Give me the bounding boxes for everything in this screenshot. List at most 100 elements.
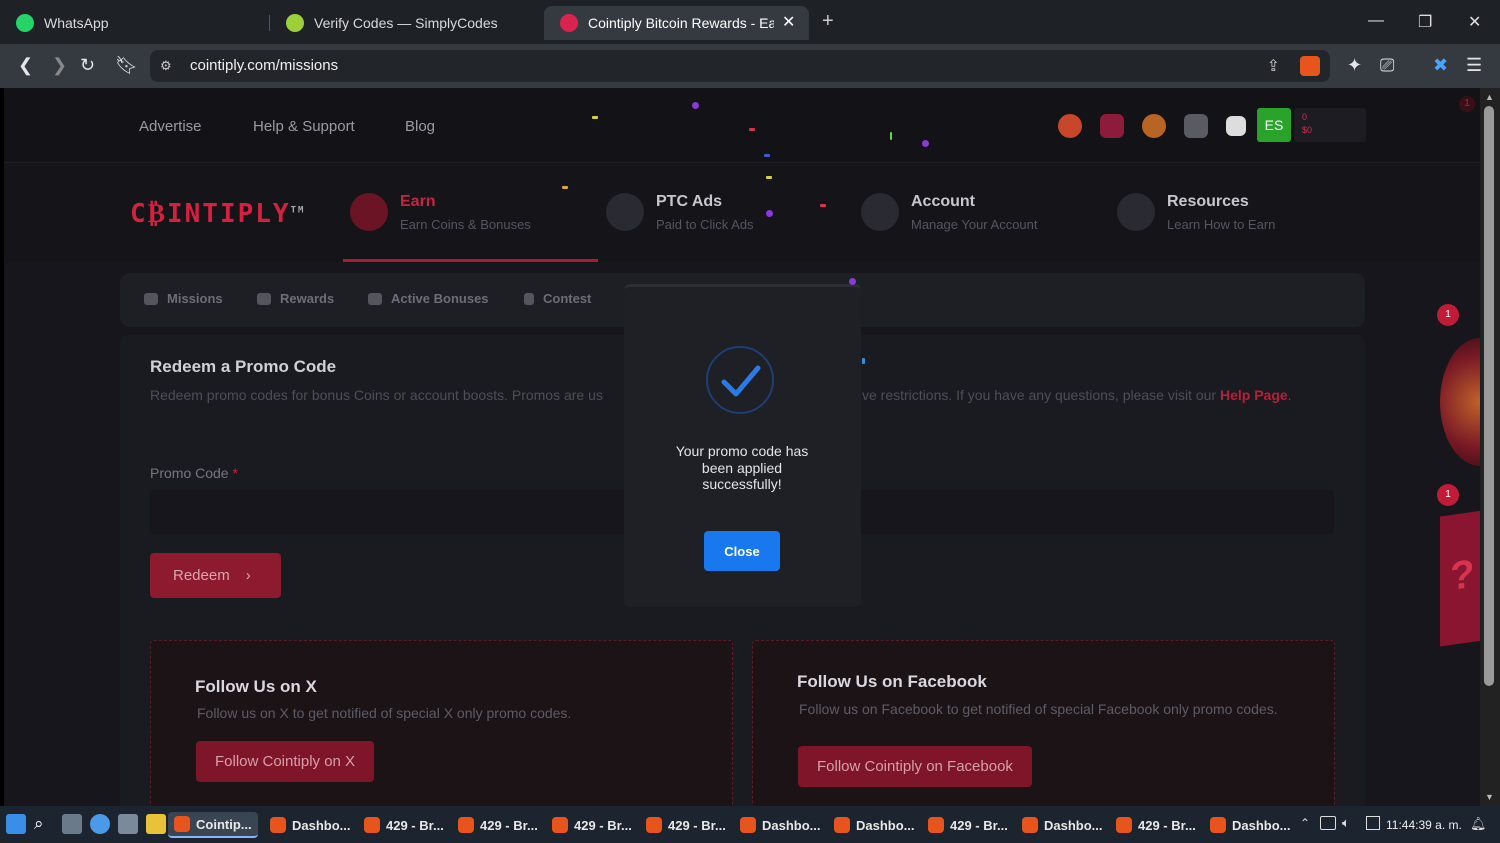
nav-subtitle: Earn Coins & Bonuses [400, 217, 531, 232]
treasure-chest-icon[interactable] [1100, 114, 1124, 138]
confetti [764, 154, 770, 157]
share-icon[interactable]: ⇪ [1267, 56, 1280, 76]
scroll-down-icon[interactable]: ▼ [1485, 792, 1494, 802]
ads-icon [606, 193, 644, 231]
medal-icon[interactable] [1142, 114, 1166, 138]
nav-title: Earn [400, 193, 436, 210]
taskbar-item[interactable]: 429 - Br... [458, 812, 538, 838]
nav-title: Account [911, 193, 975, 210]
nav-help-support[interactable]: Help & Support [253, 118, 355, 135]
header-icons [1058, 114, 1246, 138]
page-scrollbar[interactable]: ▲ ▼ [1480, 88, 1500, 806]
brave-shields-icon[interactable] [1300, 56, 1320, 76]
taskbar-item[interactable]: 429 - Br... [646, 812, 726, 838]
help-page-link[interactable]: Help Page [1220, 387, 1288, 403]
nav-advertise[interactable]: Advertise [139, 118, 202, 135]
brave-icon [552, 817, 568, 833]
follow-x-card: Follow Us on X Follow us on X to get not… [150, 640, 733, 806]
notification-badge: 1 [1459, 96, 1475, 112]
browser-icon[interactable] [90, 814, 110, 834]
taskbar-item[interactable]: 429 - Br... [928, 812, 1008, 838]
tab-simplycodes[interactable]: Verify Codes — SimplyCodes [270, 6, 542, 40]
new-tab-icon[interactable]: + [822, 10, 834, 33]
windows-start-icon[interactable] [6, 814, 26, 834]
balance-box[interactable]: 0 $0 [1294, 108, 1366, 142]
tab-rewards[interactable]: Rewards [257, 291, 334, 306]
minimize-icon[interactable]: — [1368, 12, 1384, 30]
taskbar-item[interactable]: 429 - Br... [1116, 812, 1196, 838]
tab-missions[interactable]: Missions [144, 291, 223, 306]
volume-icon[interactable]: 🔈︎ [1342, 815, 1350, 831]
folder-icon[interactable] [146, 814, 166, 834]
donut-icon[interactable] [1058, 114, 1082, 138]
success-modal: Your promo code has been applied success… [624, 284, 861, 607]
camera-icon[interactable] [62, 814, 82, 834]
menu-icon[interactable]: ☰ [1466, 54, 1482, 76]
nav-resources[interactable]: Resources Learn How to Earn [1117, 193, 1275, 232]
confetti [692, 102, 699, 109]
search-icon[interactable]: ⌕ [34, 814, 54, 834]
wheel-badge: 1 [1437, 304, 1459, 326]
cast-icon[interactable]: ⎚ [1380, 54, 1394, 76]
restore-icon[interactable]: ❐ [1418, 12, 1432, 32]
scroll-up-icon[interactable]: ▲ [1485, 92, 1494, 102]
chevron-right-icon: › [245, 567, 251, 584]
back-icon[interactable]: ❮ [18, 54, 33, 76]
brave-icon [1210, 817, 1226, 833]
chat-icon[interactable] [1184, 114, 1208, 138]
follow-facebook-button[interactable]: Follow Cointiply on Facebook [798, 746, 1032, 787]
nav-earn[interactable]: Earn Earn Coins & Bonuses [350, 193, 531, 232]
taskbar-item[interactable]: Cointip... [168, 812, 258, 838]
taskbar-item[interactable]: Dashbo... [1210, 812, 1291, 838]
scroll-thumb[interactable] [1484, 106, 1494, 686]
close-tab-icon[interactable]: ✕ [782, 12, 795, 32]
nav-ptc-ads[interactable]: PTC Ads Paid to Click Ads [606, 193, 754, 232]
taskbar-item[interactable]: Dashbo... [1022, 812, 1103, 838]
tab-active-bonuses[interactable]: Active Bonuses [368, 291, 489, 306]
address-bar[interactable]: ⚙ cointiply.com/missions ⇪ [150, 50, 1330, 82]
taskbar-item[interactable]: Dashbo... [740, 812, 821, 838]
close-button[interactable]: Close [704, 531, 780, 571]
tab-cointiply[interactable]: Cointiply Bitcoin Rewards - Earn F [544, 6, 809, 40]
taskbar-item[interactable]: Dashbo... [834, 812, 915, 838]
cointiply-logo[interactable]: C₿INTIPLYTM [130, 199, 305, 229]
confetti [849, 278, 856, 285]
calculator-icon[interactable] [118, 814, 138, 834]
site-settings-icon[interactable]: ⚙ [160, 58, 172, 74]
promo-description: Redeem promo codes for bonus Coins or ac… [150, 387, 603, 403]
notification-bell-icon[interactable]: 🔔︎ [1470, 816, 1487, 832]
rocket-icon [368, 292, 382, 305]
taskbar-item[interactable]: Dashbo... [270, 812, 351, 838]
nav-title: Resources [1167, 193, 1249, 210]
taskbar-item[interactable]: 429 - Br... [552, 812, 632, 838]
network-icon[interactable] [1320, 816, 1336, 830]
taskbar-item[interactable]: 429 - Br... [364, 812, 444, 838]
chevron-up-icon[interactable]: ⌃ [1300, 816, 1310, 830]
tab-contest[interactable]: Contest [524, 291, 591, 306]
active-nav-underline [343, 259, 598, 262]
forward-icon[interactable]: ❯ [52, 54, 67, 76]
window-close-icon[interactable]: ✕ [1468, 12, 1481, 32]
main-header: C₿INTIPLYTM Earn Earn Coins & Bonuses PTC… [4, 163, 1480, 263]
simplycodes-icon [286, 14, 304, 32]
bookmark-icon[interactable]: 🔖︎ [115, 54, 138, 76]
nav-account[interactable]: Account Manage Your Account [861, 193, 1038, 232]
display-icon[interactable] [1366, 816, 1380, 830]
prize-wheel-icon[interactable] [1440, 338, 1480, 466]
follow-x-button[interactable]: Follow Cointiply on X [196, 741, 375, 782]
clock[interactable]: 11:44:39 a. m. [1386, 818, 1462, 832]
extensions-icon[interactable]: ✦ [1347, 54, 1362, 76]
whatsapp-icon [16, 14, 34, 32]
trophy-icon [524, 292, 534, 305]
avatar[interactable]: ES [1257, 108, 1291, 142]
apps-grid-icon[interactable] [1226, 116, 1246, 136]
reload-icon[interactable]: ↻ [80, 54, 95, 76]
top-nav: Advertise Help & Support Blog ES 0 $0 [4, 88, 1480, 163]
tab-whatsapp[interactable]: WhatsApp [0, 6, 270, 40]
nav-blog[interactable]: Blog [405, 118, 435, 135]
redeem-button[interactable]: Redeem › [150, 553, 281, 598]
mystery-box-icon[interactable]: ? [1440, 509, 1480, 647]
extension-k-icon[interactable]: ✖ [1433, 54, 1448, 76]
follow-facebook-text: Follow us on Facebook to get notified of… [799, 701, 1278, 717]
follow-facebook-card: Follow Us on Facebook Follow us on Faceb… [752, 640, 1335, 806]
